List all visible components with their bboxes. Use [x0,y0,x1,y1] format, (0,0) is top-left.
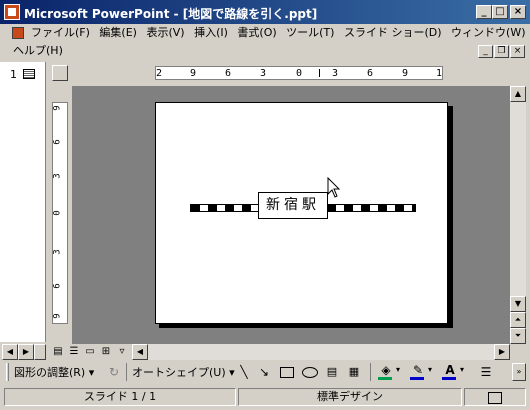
ruler-tick: 3 [332,68,339,79]
slide-sorter-view-icon[interactable]: ⊞ [98,344,114,360]
status-bar: スライド 1 / 1 標準デザイン [0,385,530,410]
menu-tools[interactable]: ツール(T) [283,25,337,41]
menu-format[interactable]: 書式(O) [234,25,279,41]
close-button[interactable]: × [510,5,526,19]
ruler-tick: 3 [52,249,63,255]
toolbar-options-icon[interactable]: » [512,363,526,381]
fill-color-icon[interactable]: ◈ [378,362,394,378]
thumbnail-slide-number: 1 [10,68,17,81]
slide-indicator: スライド 1 / 1 [4,388,236,406]
ruler-tick: 6 [52,139,63,145]
font-color-icon[interactable]: A [442,362,458,378]
ruler-tick: 9 [190,68,197,79]
thumbs-scroll-thumb[interactable] [34,344,46,360]
maximize-button[interactable]: □ [492,5,508,19]
ruler-tick: 1 [436,68,443,79]
ruler-tick: 3 [260,68,267,79]
ruler-corner [52,65,68,81]
powerpoint-app-icon[interactable] [4,4,20,20]
line-tool-icon[interactable]: ╲ [236,364,252,380]
thumbs-scroll-right-button[interactable]: ▶ [18,344,34,360]
line-color-icon[interactable]: ✎ [410,362,426,378]
textbox-tool-icon[interactable]: ▤ [324,364,340,380]
slideshow-view-icon[interactable]: ▿ [114,344,130,360]
rectangle-tool-icon[interactable] [280,367,294,378]
vertical-scrollbar[interactable]: ▲ ▼ ⏶ ⏷ [510,86,526,344]
line-style-icon[interactable]: ☰ [478,364,494,380]
menu-view[interactable]: 表示(V) [143,25,187,41]
scroll-left-button[interactable]: ◀ [132,344,148,360]
menu-window[interactable]: ウィンドウ(W) [448,25,528,41]
fill-color-dropdown-icon[interactable]: ▾ [396,365,400,374]
menu-file[interactable]: ファイル(F) [28,25,93,41]
next-slide-button[interactable]: ⏷ [510,328,526,344]
scroll-down-button[interactable]: ▼ [510,296,526,312]
font-color-dropdown-icon[interactable]: ▾ [460,365,464,374]
horizontal-scroll-area: ◀ ▶ ▤ ☰ ▭ ⊞ ▿ ◀ ▶ [0,344,530,360]
menu-edit[interactable]: 編集(E) [96,25,140,41]
title-bar[interactable]: Microsoft PowerPoint - [地図で路線を引く.ppt] _ … [0,0,530,24]
ruler-tick: 3 [52,173,63,179]
horizontal-ruler[interactable]: 2 9 6 3 0 3 6 9 1 [155,66,443,80]
menu-slideshow[interactable]: スライド ショー(D) [341,25,445,41]
station-label-box[interactable]: 新宿駅 [258,192,328,219]
ruler-tick: 6 [52,283,63,289]
ruler-tick: 2 [156,68,163,79]
thumbs-scroll-left-button[interactable]: ◀ [2,344,18,360]
menu-row-1: ファイル(F) 編集(E) 表示(V) 挿入(I) 書式(O) ツール(T) ス… [28,25,529,41]
line-color-dropdown-icon[interactable]: ▾ [428,365,432,374]
adjust-shapes-menu[interactable]: 図形の調整(R) ▾ [14,364,94,380]
line-color-swatch [410,377,424,380]
outline-view-icon[interactable]: ☰ [66,344,82,360]
doc-restore-button[interactable]: ❐ [494,45,509,58]
document-icon[interactable] [12,27,24,39]
status-icon-area [464,388,526,406]
slide-view-icon[interactable]: ▭ [82,344,98,360]
mouse-pointer-icon [327,177,341,198]
ruler-tick: 9 [52,105,63,111]
ruler-tick: 6 [367,68,374,79]
drawing-toolbar: 図形の調整(R) ▾ ↻ オートシェイプ(U) ▾ ╲ ↘ ▤ ▦ ◈ ▾ ✎ … [0,360,530,384]
scroll-up-button[interactable]: ▲ [510,86,526,102]
toolbar-separator [370,363,371,381]
toolbar-grip[interactable] [6,363,9,381]
ruler-tick: 9 [52,313,63,319]
ruler-tick: 0 [52,210,63,216]
ruler-tick: 0 [296,68,303,79]
previous-slide-button[interactable]: ⏶ [510,312,526,328]
insert-picture-icon[interactable]: ▦ [346,364,362,380]
normal-view-icon[interactable]: ▤ [50,344,66,360]
vertical-ruler[interactable]: 9 6 3 0 3 6 9 [52,102,68,324]
horizontal-scroll-track[interactable] [148,344,494,360]
ruler-center-marker [319,69,320,77]
spelling-check-icon[interactable] [488,392,502,404]
menu-bar: ファイル(F) 編集(E) 表示(V) 挿入(I) 書式(O) ツール(T) ス… [0,24,530,62]
menu-insert[interactable]: 挿入(I) [191,25,231,41]
doc-minimize-button[interactable]: _ [478,45,493,58]
free-rotate-icon[interactable]: ↻ [106,364,122,380]
autoshapes-label: オートシェイプ(U) [132,366,226,379]
ruler-tick: 6 [225,68,232,79]
font-color-swatch [442,377,456,380]
menu-row-2: ヘルプ(H) [10,43,66,59]
menu-help[interactable]: ヘルプ(H) [10,43,66,59]
design-template-name[interactable]: 標準デザイン [238,388,462,406]
doc-close-button[interactable]: × [510,45,525,58]
scroll-right-button[interactable]: ▶ [494,344,510,360]
oval-tool-icon[interactable] [302,367,318,378]
adjust-shapes-label: 図形の調整(R) [14,366,86,379]
toolbar-separator [126,363,127,381]
ruler-tick: 9 [402,68,409,79]
arrow-tool-icon[interactable]: ↘ [256,364,272,380]
window-title: Microsoft PowerPoint - [地図で路線を引く.ppt] [24,7,318,21]
fill-color-swatch [378,377,392,380]
slide-thumbnail-pane[interactable]: 1 [0,62,46,342]
autoshapes-menu[interactable]: オートシェイプ(U) ▾ [132,364,235,380]
minimize-button[interactable]: _ [476,5,492,19]
slide-thumbnail-icon[interactable] [23,69,35,79]
